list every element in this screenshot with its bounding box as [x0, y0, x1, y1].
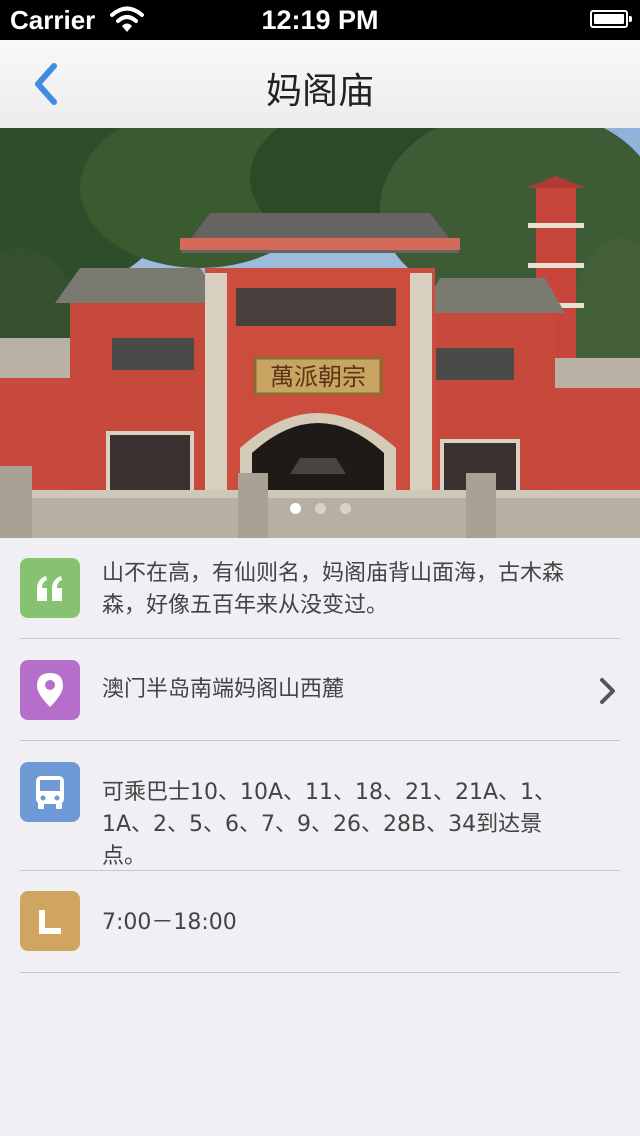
page-title: 妈阁庙	[265, 71, 374, 112]
bus-text: 可乘巴士10、10A、11、18、21、21A、1、 1A、2、5、6、7、9、…	[102, 777, 580, 873]
quote-line-2: 森，好像五百年来从没变过。	[102, 593, 389, 618]
quote-text: 山不在高，有仙则名，妈阁庙背山面海，古木森 森，好像五百年来从没变过。	[102, 558, 580, 622]
map-pin-icon	[20, 660, 80, 720]
status-bar: Carrier 12:19 PM	[0, 0, 640, 40]
location-text: 澳门半岛南端妈阁山西麓	[102, 677, 345, 702]
bus-line-2: 1A、2、5、6、7、9、26、28B、34到达景点。	[102, 812, 543, 869]
quote-icon	[20, 558, 80, 618]
info-row-location[interactable]: 澳门半岛南端妈阁山西麓	[20, 639, 620, 741]
page-indicator	[0, 503, 640, 514]
bus-line-1: 可乘巴士10、10A、11、18、21、21A、1、	[102, 780, 557, 805]
page-dot[interactable]	[339, 503, 351, 514]
hero-image-carousel[interactable]: 萬派朝宗	[0, 128, 640, 538]
status-time: 12:19 PM	[261, 5, 379, 35]
quote-line-1: 山不在高，有仙则名，妈阁庙背山面海，古木森	[102, 561, 565, 586]
info-list: 山不在高，有仙则名，妈阁庙背山面海，古木森 森，好像五百年来从没变过。 澳门半岛…	[0, 538, 640, 973]
clock-icon	[20, 891, 80, 951]
temple-photo: 萬派朝宗	[0, 128, 640, 538]
bus-icon	[20, 762, 80, 822]
hours-text: 7:00－18:00	[102, 910, 237, 935]
info-row-hours: 7:00－18:00	[20, 871, 620, 973]
battery-icon	[590, 10, 632, 28]
navigation-bar: 妈阁庙	[0, 40, 640, 129]
info-row-bus: 可乘巴士10、10A、11、18、21、21A、1、 1A、2、5、6、7、9、…	[20, 741, 620, 871]
info-row-quote: 山不在高，有仙则名，妈阁庙背山面海，古木森 森，好像五百年来从没变过。	[20, 538, 620, 639]
page-dot[interactable]	[289, 503, 301, 514]
page-dot[interactable]	[314, 503, 326, 514]
svg-text:萬派朝宗: 萬派朝宗	[270, 363, 366, 391]
chevron-right-icon	[600, 678, 615, 704]
